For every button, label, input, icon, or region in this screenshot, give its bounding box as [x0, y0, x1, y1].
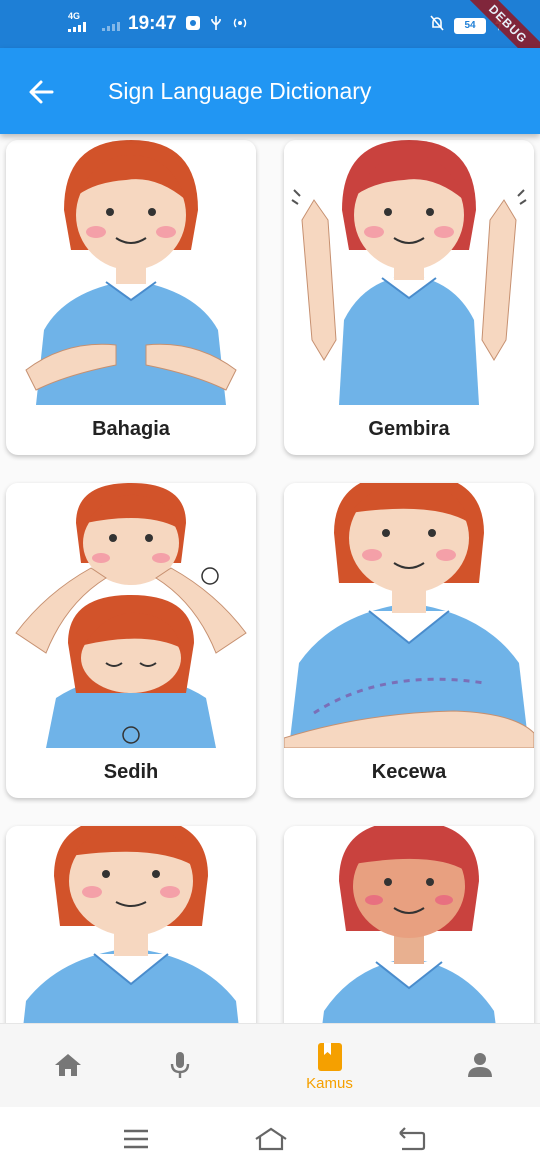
sign-label: Sedih: [103, 761, 159, 783]
sign-illustration: [284, 140, 534, 405]
hotspot-icon: [231, 15, 249, 34]
signal-2-icon: [102, 17, 120, 31]
system-navigation-bar: [0, 1107, 540, 1170]
system-home-icon: [255, 1127, 287, 1151]
dictionary-grid[interactable]: Bahagia Gembira Sedih Kecewa: [0, 134, 540, 1023]
microphone-icon: [170, 1052, 189, 1078]
sign-label: Kecewa: [371, 761, 447, 783]
sign-card-gembira[interactable]: Gembira: [284, 140, 534, 455]
home-icon: [54, 1054, 81, 1076]
sign-illustration: [284, 826, 534, 1023]
sign-card-sedih[interactable]: Sedih: [6, 483, 256, 798]
status-bar: 4G 19:47 54 DEBUG: [0, 0, 540, 81]
person-icon: [467, 1053, 492, 1077]
recent-apps-button[interactable]: [120, 1125, 152, 1153]
sign-card-5[interactable]: [6, 826, 256, 1023]
mute-icon: [428, 14, 446, 37]
network-indicator: 4G: [66, 12, 94, 36]
nav-item-microphone[interactable]: [112, 1024, 247, 1108]
page-title: Sign Language Dictionary: [108, 78, 372, 104]
network-type: 4G: [68, 11, 81, 21]
status-left: 4G 19:47: [66, 12, 249, 36]
back-button[interactable]: [26, 76, 58, 108]
sign-illustration: [6, 826, 256, 1023]
nav-item-kamus[interactable]: Kamus: [262, 1024, 397, 1108]
sign-illustration: [6, 140, 256, 405]
signal-icon: [68, 22, 86, 32]
sign-card-6[interactable]: [284, 826, 534, 1023]
sign-label: Bahagia: [92, 418, 170, 440]
sign-illustration: [6, 483, 256, 748]
menu-icon: [124, 1129, 148, 1149]
sign-card-bahagia[interactable]: Bahagia: [6, 140, 256, 455]
book-icon: [317, 1042, 342, 1071]
arrow-back-icon: [29, 80, 54, 104]
usb-icon: [209, 15, 223, 34]
app-notification-icon: [185, 15, 201, 34]
sign-label: Gembira: [368, 418, 450, 440]
nav-label-kamus: Kamus: [306, 1074, 353, 1092]
system-back-icon: [399, 1127, 426, 1151]
screen: 4G 19:47 54 DEBUG Sign Language Dictiona…: [0, 0, 540, 1170]
nav-item-profile[interactable]: [412, 1024, 540, 1108]
battery-indicator: 54: [454, 17, 486, 34]
app-bar: Sign Language Dictionary: [0, 48, 540, 134]
status-time: 19:47: [128, 13, 177, 34]
sign-card-kecewa[interactable]: Kecewa: [284, 483, 534, 798]
sign-illustration: [284, 483, 534, 748]
bottom-navigation: Kamus: [0, 1023, 540, 1107]
back-nav-button[interactable]: [396, 1125, 428, 1153]
home-button[interactable]: [254, 1125, 287, 1153]
